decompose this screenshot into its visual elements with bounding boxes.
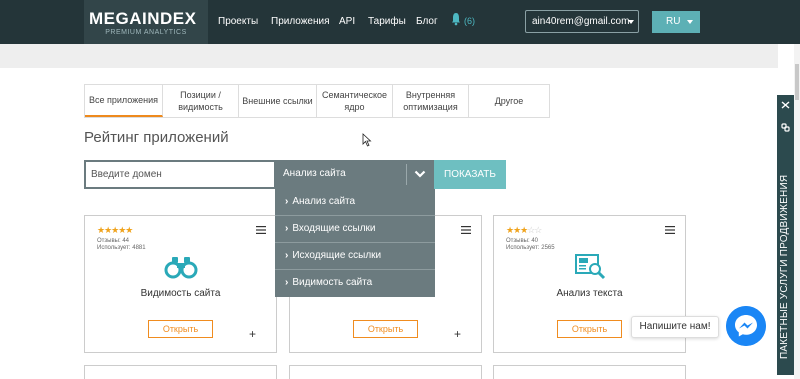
logo-text: MEGAINDEX	[89, 9, 197, 28]
app-card-next	[493, 365, 686, 379]
mouse-cursor-icon	[362, 133, 372, 147]
analysis-select-value[interactable]: Анализ сайта	[283, 168, 346, 179]
dropdown-item-site-visibility[interactable]: › Видимость сайта	[275, 270, 435, 297]
text-analysis-icon	[575, 254, 606, 280]
rating-stars: ★★★★★	[97, 225, 133, 235]
side-promo-tab[interactable]: ПАКЕТНЫЕ УСЛУГИ ПРОДВИЖЕНИЯ	[777, 95, 794, 375]
messenger-icon[interactable]	[726, 306, 766, 346]
logo-subtitle: PREMIUM ANALYTICS	[105, 29, 187, 36]
chat-prompt[interactable]: Напишите нам!	[631, 316, 719, 338]
tab-internal-optimization[interactable]: Внутренняя оптимизация	[393, 85, 469, 117]
language-value: RU	[666, 16, 681, 27]
top-header: MEGAINDEX PREMIUM ANALYTICS Проекты Прил…	[0, 0, 800, 44]
open-button[interactable]: Открыть	[353, 320, 418, 338]
nav-apps[interactable]: Приложения	[271, 16, 330, 27]
card-title: Анализ текста	[556, 288, 623, 299]
bell-icon[interactable]	[451, 12, 461, 26]
logo[interactable]: MEGAINDEX PREMIUM ANALYTICS	[84, 0, 208, 44]
app-card-next	[289, 365, 482, 379]
menu-icon[interactable]	[665, 226, 675, 234]
menu-icon[interactable]	[256, 226, 266, 234]
page-title: Рейтинг приложений	[84, 129, 229, 146]
dropdown-item-outgoing-links[interactable]: › Исходящие ссылки	[275, 243, 435, 270]
tab-all-apps[interactable]: Все приложения	[85, 85, 163, 117]
search-bar: Анализ сайта	[84, 160, 435, 189]
open-button[interactable]: Открыть	[557, 320, 622, 338]
users-count: Использует: 4881	[97, 245, 146, 251]
binoculars-icon	[164, 257, 198, 279]
category-tabs: Все приложения Позиции / видимость Внешн…	[84, 84, 550, 118]
analysis-dropdown: › Анализ сайта › Входящие ссылки › Исходящи…	[275, 189, 435, 297]
tab-other[interactable]: Другое	[469, 85, 549, 117]
nav-api[interactable]: API	[339, 16, 355, 27]
add-icon[interactable]: +	[249, 327, 256, 341]
dropdown-item-incoming-links[interactable]: › Входящие ссылки	[275, 216, 435, 243]
sub-header-band	[0, 44, 778, 68]
notification-count[interactable]: (6)	[464, 16, 475, 26]
domain-input[interactable]	[86, 162, 274, 187]
menu-icon[interactable]	[461, 226, 471, 234]
add-icon[interactable]: +	[454, 327, 461, 341]
reviews-count: Отзывы: 44	[97, 238, 129, 244]
side-tab-label: ПАКЕТНЫЕ УСЛУГИ ПРОДВИЖЕНИЯ	[779, 174, 790, 359]
tab-semantic-core[interactable]: Семантическое ядро	[317, 85, 393, 117]
account-dropdown[interactable]: ain40rem@gmail.com	[525, 10, 639, 33]
open-button[interactable]: Открыть	[148, 320, 213, 338]
scrollbar-thumb[interactable]	[795, 64, 799, 100]
chevron-right-icon: ›	[285, 223, 289, 234]
chevron-right-icon: ›	[285, 250, 289, 261]
reviews-count: Отзывы: 40	[506, 238, 538, 244]
rating-stars: ★★★☆☆	[506, 225, 542, 235]
tab-positions[interactable]: Позиции / видимость	[163, 85, 239, 117]
app-card-next	[84, 365, 277, 379]
card-title: Видимость сайта	[140, 288, 221, 299]
nav-pricing[interactable]: Тарифы	[368, 16, 406, 27]
account-email: ain40rem@gmail.com	[532, 16, 630, 27]
caret-down-icon	[687, 20, 693, 24]
close-icon[interactable]	[781, 101, 790, 109]
chevron-right-icon: ›	[285, 277, 289, 288]
link-icon	[781, 123, 790, 132]
caret-down-icon	[628, 20, 634, 24]
language-select[interactable]: RU	[652, 11, 700, 33]
show-button[interactable]: ПОКАЗАТЬ	[434, 160, 506, 189]
chevron-right-icon: ›	[285, 196, 289, 207]
users-count: Использует: 2565	[506, 245, 555, 251]
app-card: ★★★★★ Отзывы: 44 Использует: 4881 Видимо…	[84, 215, 277, 353]
select-divider	[406, 164, 407, 185]
dropdown-item-site-analysis[interactable]: › Анализ сайта	[275, 189, 435, 216]
nav-projects[interactable]: Проекты	[218, 16, 258, 27]
chevron-down-icon[interactable]	[414, 169, 426, 179]
tab-external-links[interactable]: Внешние ссылки	[239, 85, 317, 117]
nav-blog[interactable]: Блог	[416, 16, 438, 27]
